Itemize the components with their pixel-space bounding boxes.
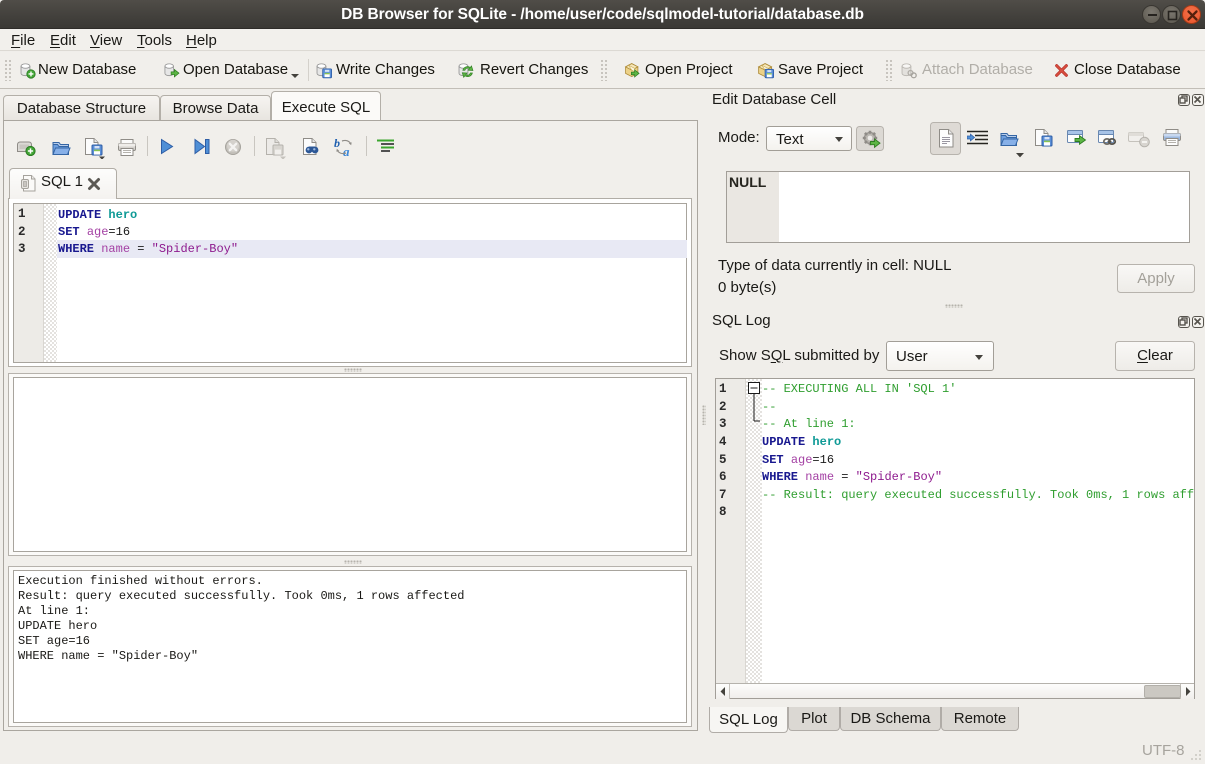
svg-text:b: b	[334, 137, 340, 150]
svg-text:a: a	[343, 144, 350, 158]
